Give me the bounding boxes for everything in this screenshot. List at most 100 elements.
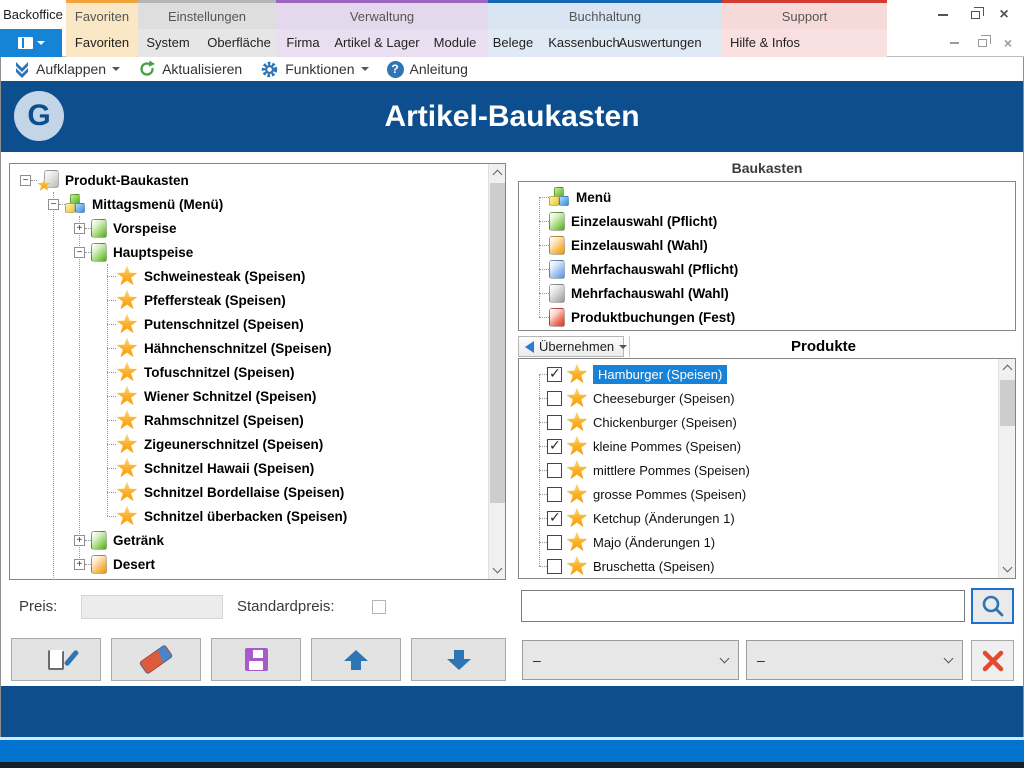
scroll-down-button[interactable] bbox=[999, 561, 1016, 578]
product-item-mittlere-pommes[interactable]: mittlere Pommes (Speisen) bbox=[519, 458, 1015, 482]
baukasten-item-menu[interactable]: Menü bbox=[519, 185, 1015, 209]
collapse-expander-icon[interactable] bbox=[48, 199, 59, 210]
aktualisieren-button[interactable]: Aktualisieren bbox=[132, 58, 248, 80]
tree-item-zigeunerschnitzel[interactable]: Zigeunerschnitzel (Speisen) bbox=[10, 432, 505, 456]
product-item-chickenburger[interactable]: Chickenburger (Speisen) bbox=[519, 410, 1015, 434]
anleitung-button[interactable]: Anleitung bbox=[381, 58, 474, 80]
menu-item-favoriten[interactable]: Favoriten bbox=[75, 29, 129, 57]
ribbon-group-verwaltung[interactable]: Verwaltung bbox=[276, 0, 488, 29]
delete-button[interactable] bbox=[111, 638, 201, 681]
checkbox[interactable] bbox=[547, 391, 562, 406]
tree-item-vorspeise[interactable]: Vorspeise bbox=[10, 216, 505, 240]
tree-item-rahmschnitzel[interactable]: Rahmschnitzel (Speisen) bbox=[10, 408, 505, 432]
baukasten-item-mehrfachauswahl-pflicht[interactable]: Mehrfachauswahl (Pflicht) bbox=[519, 257, 1015, 281]
product-item-bruschetta[interactable]: Bruschetta (Speisen) bbox=[519, 554, 1015, 578]
tree-item-schnitzel-bordellaise[interactable]: Schnitzel Bordellaise (Speisen) bbox=[10, 480, 505, 504]
checkbox[interactable] bbox=[547, 487, 562, 502]
scroll-up-button[interactable] bbox=[489, 164, 506, 181]
tree-item-produkt-baukasten[interactable]: Produkt-Baukasten bbox=[10, 168, 505, 192]
tree-item-putenschnitzel[interactable]: Putenschnitzel (Speisen) bbox=[10, 312, 505, 336]
tree-item-tofuschnitzel[interactable]: Tofuschnitzel (Speisen) bbox=[10, 360, 505, 384]
tree-item-wiener-schnitzel[interactable]: Wiener Schnitzel (Speisen) bbox=[10, 384, 505, 408]
checkbox[interactable] bbox=[547, 559, 562, 574]
product-item-cheeseburger[interactable]: Cheeseburger (Speisen) bbox=[519, 386, 1015, 410]
app-menu-button[interactable] bbox=[0, 29, 62, 57]
tree-item-hauptspeise[interactable]: Hauptspeise bbox=[10, 240, 505, 264]
star-icon bbox=[116, 506, 138, 527]
save-button[interactable] bbox=[211, 638, 301, 681]
menu-item-auswertungen[interactable]: Auswertungen bbox=[618, 29, 701, 57]
menu-item-belege[interactable]: Belege bbox=[493, 29, 533, 57]
product-item-majo[interactable]: Majo (Änderungen 1) bbox=[519, 530, 1015, 554]
baukasten-item-einzelauswahl-wahl[interactable]: Einzelauswahl (Wahl) bbox=[519, 233, 1015, 257]
aufklappen-button[interactable]: Aufklappen bbox=[9, 58, 126, 80]
preis-input[interactable] bbox=[81, 595, 223, 619]
vertical-scrollbar[interactable] bbox=[998, 359, 1015, 578]
baukasten-item-produktbuchungen[interactable]: Produktbuchungen (Fest) bbox=[519, 305, 1015, 329]
minimize-button[interactable] bbox=[934, 6, 952, 24]
product-item-hamburger[interactable]: Hamburger (Speisen) bbox=[519, 362, 1015, 386]
product-item-ketchup[interactable]: Ketchup (Änderungen 1) bbox=[519, 506, 1015, 530]
tree-item-schnitzel-hawaii[interactable]: Schnitzel Hawaii (Speisen) bbox=[10, 456, 505, 480]
uebernehmen-button[interactable]: Übernehmen bbox=[518, 336, 624, 357]
expand-expander-icon[interactable] bbox=[74, 223, 85, 234]
footer-band-bright bbox=[0, 740, 1024, 762]
menu-item-firma[interactable]: Firma bbox=[286, 29, 319, 57]
checkbox[interactable] bbox=[547, 463, 562, 478]
checkbox[interactable] bbox=[547, 439, 562, 454]
ribbon-group-buchhaltung[interactable]: Buchhaltung bbox=[488, 0, 722, 29]
tree-item-partial[interactable] bbox=[10, 576, 505, 580]
vertical-scrollbar[interactable] bbox=[488, 164, 505, 579]
tree-item-desert[interactable]: Desert bbox=[10, 552, 505, 576]
tree-item-label: Schnitzel Hawaii (Speisen) bbox=[144, 461, 314, 476]
search-button[interactable] bbox=[971, 588, 1014, 624]
standardpreis-checkbox[interactable] bbox=[372, 600, 386, 614]
tree-item-pfeffersteak[interactable]: Pfeffersteak (Speisen) bbox=[10, 288, 505, 312]
checkbox[interactable] bbox=[547, 535, 562, 550]
close-button[interactable]: × bbox=[995, 6, 1013, 24]
tree-item-mittagsmenu[interactable]: Mittagsmenü (Menü) bbox=[10, 192, 505, 216]
collapse-expander-icon[interactable] bbox=[74, 247, 85, 258]
filter-dropdown-2[interactable]: – bbox=[746, 640, 963, 680]
menu-cubes-icon bbox=[65, 194, 86, 214]
inner-close-button[interactable]: × bbox=[999, 34, 1017, 52]
expand-expander-icon[interactable] bbox=[74, 559, 85, 570]
checkbox[interactable] bbox=[547, 415, 562, 430]
menu-item-oberflaeche[interactable]: Oberfläche bbox=[207, 29, 271, 57]
menu-item-kassenbuch[interactable]: Kassenbuch bbox=[548, 29, 620, 57]
expand-expander-icon[interactable] bbox=[74, 535, 85, 546]
scroll-down-button[interactable] bbox=[489, 562, 506, 579]
tab-backoffice[interactable]: Backoffice bbox=[0, 0, 66, 29]
menu-item-system[interactable]: System bbox=[146, 29, 189, 57]
collapse-expander-icon[interactable] bbox=[20, 175, 31, 186]
funktionen-button[interactable]: Funktionen bbox=[254, 58, 374, 80]
inner-minimize-button[interactable] bbox=[945, 34, 963, 52]
menu-item-artikel-lager[interactable]: Artikel & Lager bbox=[334, 29, 419, 57]
menu-item-module[interactable]: Module bbox=[434, 29, 477, 57]
scroll-up-button[interactable] bbox=[999, 359, 1016, 376]
tree-item-schweinesteak[interactable]: Schweinesteak (Speisen) bbox=[10, 264, 505, 288]
inner-restore-button[interactable] bbox=[973, 34, 991, 52]
product-item-kleine-pommes[interactable]: kleine Pommes (Speisen) bbox=[519, 434, 1015, 458]
checkbox[interactable] bbox=[547, 511, 562, 526]
restore-button[interactable] bbox=[966, 6, 984, 24]
search-input[interactable] bbox=[521, 590, 965, 622]
scrollbar-thumb[interactable] bbox=[490, 183, 505, 503]
baukasten-item-mehrfachauswahl-wahl[interactable]: Mehrfachauswahl (Wahl) bbox=[519, 281, 1015, 305]
tree-item-schnitzel-ueberbacken[interactable]: Schnitzel überbacken (Speisen) bbox=[10, 504, 505, 528]
tree-item-getraenk[interactable]: Getränk bbox=[10, 528, 505, 552]
ribbon-group-favoriten[interactable]: Favoriten bbox=[66, 0, 138, 29]
move-up-button[interactable] bbox=[311, 638, 401, 681]
baukasten-item-einzelauswahl-pflicht[interactable]: Einzelauswahl (Pflicht) bbox=[519, 209, 1015, 233]
product-item-grosse-pommes[interactable]: grosse Pommes (Speisen) bbox=[519, 482, 1015, 506]
menu-item-hilfe-infos[interactable]: Hilfe & Infos bbox=[730, 29, 800, 57]
remove-button[interactable] bbox=[971, 640, 1014, 681]
ribbon-group-einstellungen[interactable]: Einstellungen bbox=[138, 0, 276, 29]
filter-dropdown-1[interactable]: – bbox=[522, 640, 739, 680]
tree-item-haehnchenschnitzel[interactable]: Hähnchenschnitzel (Speisen) bbox=[10, 336, 505, 360]
checkbox[interactable] bbox=[547, 367, 562, 382]
new-edit-button[interactable] bbox=[11, 638, 101, 681]
ribbon-group-support[interactable]: Support bbox=[722, 0, 887, 29]
scrollbar-thumb[interactable] bbox=[1000, 380, 1015, 426]
move-down-button[interactable] bbox=[411, 638, 506, 681]
